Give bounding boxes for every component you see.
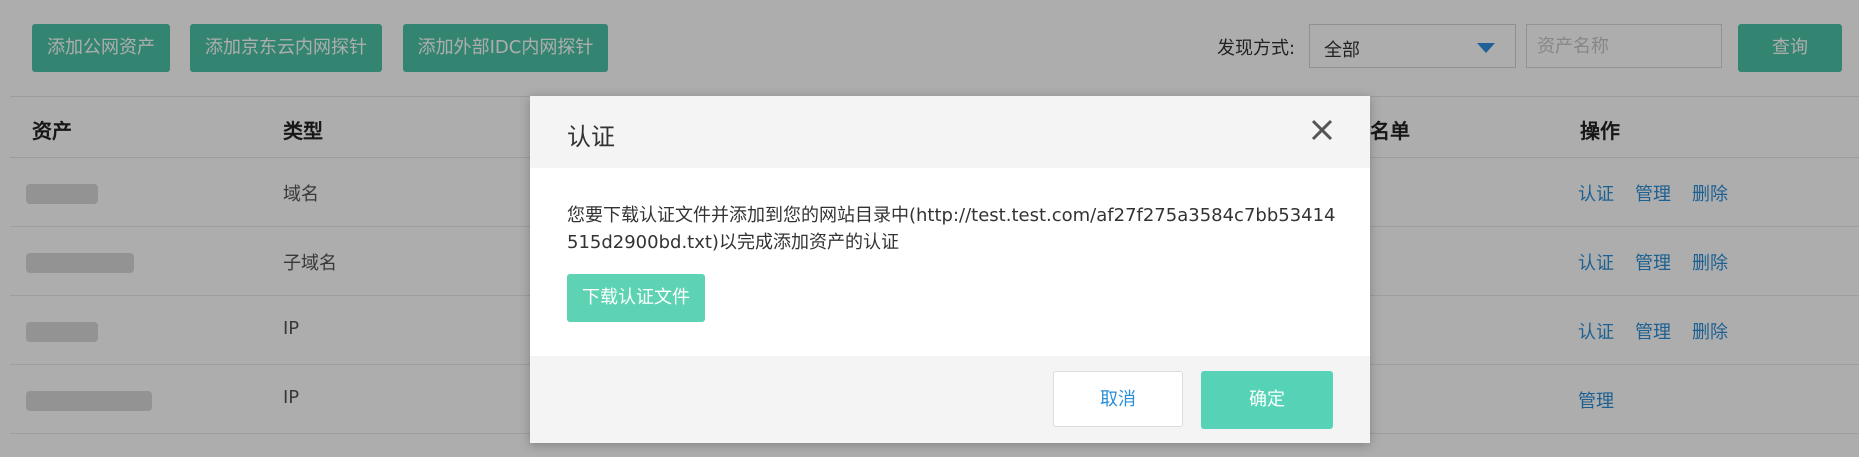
cancel-button[interactable]: 取消: [1053, 371, 1183, 427]
download-cert-button[interactable]: 下载认证文件: [567, 274, 705, 322]
dialog-title: 认证: [567, 123, 615, 151]
verify-dialog: 认证 您要下载认证文件并添加到您的网站目录中(http://test.test.…: [530, 96, 1370, 443]
dialog-header: 认证: [530, 96, 1370, 168]
confirm-button[interactable]: 确定: [1201, 371, 1333, 429]
dialog-message: 您要下载认证文件并添加到您的网站目录中(http://test.test.com…: [567, 205, 1336, 253]
dialog-footer: 取消 确定: [530, 356, 1370, 443]
close-icon[interactable]: [1304, 112, 1340, 148]
